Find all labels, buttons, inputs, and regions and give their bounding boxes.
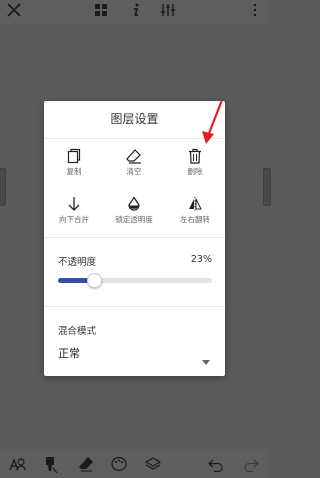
caret-down-icon [202,350,210,369]
eraser-icon [104,148,164,164]
merge-down-button[interactable]: 向下合并 [44,196,104,225]
info-icon[interactable] [128,2,144,22]
close-icon[interactable] [6,2,22,22]
opacity-value: 23% [190,254,212,265]
lock-transparency-label: 锁定透明度 [115,215,153,224]
layers-icon[interactable] [144,456,162,476]
lock-transparency-button[interactable]: 锁定透明度 [104,196,164,225]
flip-horizontal-button[interactable]: 左右翻转 [165,196,225,225]
drop-icon [104,196,164,212]
more-vertical-icon[interactable] [250,2,260,22]
clear-label: 清空 [126,167,142,176]
copy-layer-button[interactable]: 复制 [44,148,104,177]
palette-icon[interactable] [111,456,127,476]
eraser-tool-icon[interactable] [78,456,94,476]
brush-icon[interactable] [44,456,58,478]
redo-icon[interactable] [243,456,259,476]
trash-icon [165,148,225,164]
clear-layer-button[interactable]: 清空 [104,148,164,177]
blend-mode-dropdown[interactable]: 正常 [58,344,212,365]
blend-mode-value: 正常 [58,347,80,360]
copy-icon [44,148,104,164]
left-panel-handle[interactable] [0,168,6,206]
flip-horizontal-label: 左右翻转 [180,215,210,224]
arrow-down-icon [44,196,104,212]
merge-down-label: 向下合并 [59,215,89,224]
opacity-slider-thumb[interactable] [87,273,103,288]
opacity-divider [44,306,225,307]
copy-label: 复制 [66,167,82,176]
right-panel-handle[interactable] [263,168,271,206]
actions-divider [44,237,225,238]
top-toolbar [0,0,269,24]
delete-label: 删除 [187,167,203,176]
undo-icon[interactable] [208,456,224,476]
bottom-toolbar [0,450,269,478]
red-annotation-arrow [196,98,226,150]
sliders-icon[interactable] [160,2,176,22]
delete-layer-button[interactable]: 删除 [165,148,225,177]
flip-horizontal-icon [165,196,225,212]
user-brush-icon[interactable] [8,456,26,476]
layers-grid-icon[interactable] [93,2,109,22]
blend-mode-label: 混合模式 [58,326,97,337]
opacity-slider[interactable] [58,273,212,288]
opacity-label: 不透明度 [58,257,97,268]
